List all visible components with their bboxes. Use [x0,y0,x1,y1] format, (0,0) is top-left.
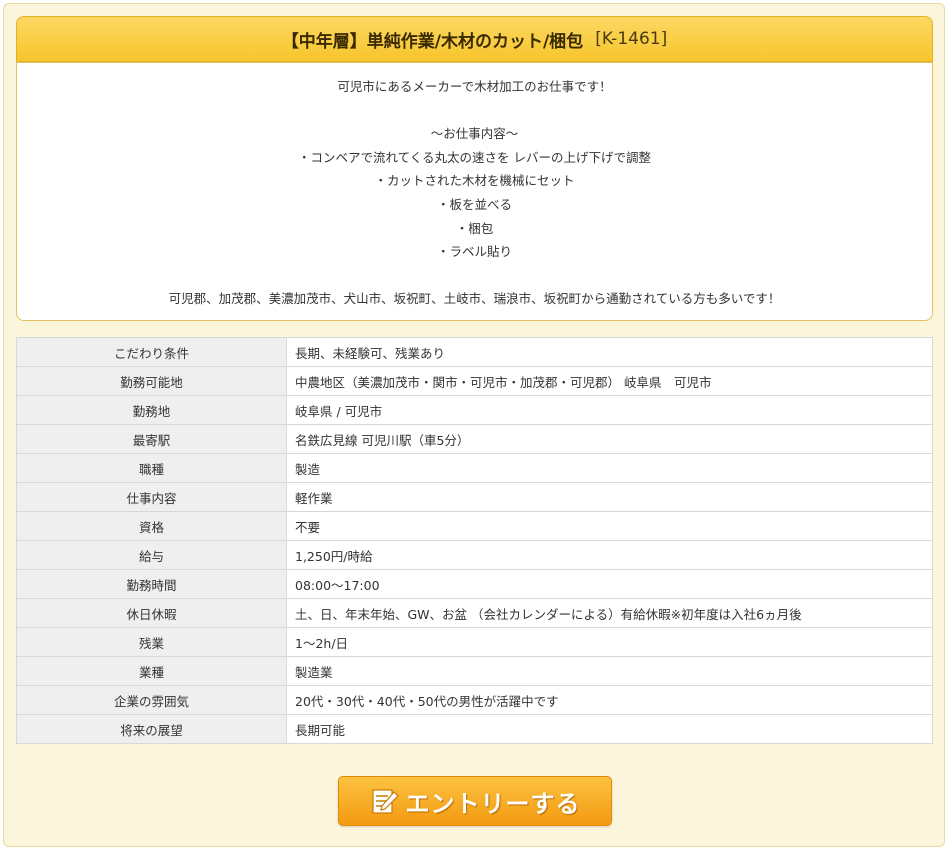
entry-button-label: エントリーする [405,789,581,818]
table-row: 休日休暇 土、日、年末年始、GW、お盆 （会社カレンダーによる）有給休暇※初年度は… [16,598,933,628]
row-value: 軽作業 [286,482,933,512]
row-value: 1～2h/日 [286,627,933,657]
row-value: 製造 [286,453,933,483]
row-label: 勤務時間 [16,569,287,599]
row-value: 20代・30代・40代・50代の男性が活躍中です [286,685,933,715]
row-label: 企業の雰囲気 [16,685,287,715]
job-description: 可児市にあるメーカーで木材加工のお仕事です！ ～お仕事内容～ ・コンベアで流れて… [16,62,933,321]
row-label: 残業 [16,627,287,657]
description-line: ・板を並べる [436,196,512,212]
table-row: 最寄駅 名鉄広見線 可児川駅（車5分） [16,424,933,454]
description-line [17,99,932,123]
table-row: 資格 不要 [16,511,933,541]
table-row: 業種 製造業 [16,656,933,686]
description-line: ・ラベル貼り [436,244,512,260]
row-label: こだわり条件 [16,337,287,367]
row-value: 長期、未経験可、残業あり [286,337,933,367]
row-value: 不要 [286,511,933,541]
description-line: ・梱包 [455,220,494,236]
table-row: 職種 製造 [16,453,933,483]
table-row: 残業 1～2h/日 [16,627,933,657]
job-detail-panel: 【中年層】単純作業/木材のカット/梱包 [K-1461] 可児市にあるメーカーで… [3,3,945,847]
row-label: 仕事内容 [16,482,287,512]
row-label: 勤務可能地 [16,366,287,396]
description-line: 可児郡、加茂郡、美濃加茂市、犬山市、坂祝町、土岐市、瑞浪市、坂祝町から通勤されて… [168,291,781,307]
description-line: ・コンベアで流れてくる丸太の速さを レバーの上げ下げで調整 [298,149,651,165]
row-value: 名鉄広見線 可児川駅（車5分） [286,424,933,454]
table-row: 仕事内容 軽作業 [16,482,933,512]
description-line: ・カットされた木材を機械にセット [374,173,575,189]
pencil-form-icon [371,789,399,814]
job-title: 【中年層】単純作業/木材のカット/梱包 [281,31,584,52]
table-row: 勤務可能地 中農地区（美濃加茂市・関市・可児市・加茂郡・可児郡） 岐阜県 可児市 [16,366,933,396]
row-label: 勤務地 [16,395,287,425]
table-row: 将来の展望 長期可能 [16,714,933,744]
row-value: 1,250円/時給 [286,540,933,570]
row-label: 休日休暇 [16,598,287,628]
row-value: 岐阜県 / 可児市 [286,395,933,425]
row-value: 土、日、年末年始、GW、お盆 （会社カレンダーによる）有給休暇※初年度は入社6ヵ… [286,598,933,628]
row-label: 資格 [16,511,287,541]
row-value: 中農地区（美濃加茂市・関市・可児市・加茂郡・可児郡） 岐阜県 可児市 [286,366,933,396]
table-row: 給与 1,250円/時給 [16,540,933,570]
row-value: 製造業 [286,656,933,686]
description-line: 可児市にあるメーカーで木材加工のお仕事です！ [337,79,612,94]
job-info-table: こだわり条件 長期、未経験可、残業あり 勤務可能地 中農地区（美濃加茂市・関市・可児… [16,337,933,744]
row-label: 最寄駅 [16,424,287,454]
table-row: 企業の雰囲気 20代・30代・40代・50代の男性が活躍中です [16,685,933,715]
description-line: ～お仕事内容～ [430,126,519,142]
table-row: 勤務時間 08:00～17:00 [16,569,933,599]
job-title-bar: 【中年層】単純作業/木材のカット/梱包 [K-1461] [16,16,933,62]
job-code: [K-1461] [595,29,668,49]
row-value: 08:00～17:00 [286,569,933,599]
row-label: 給与 [16,540,287,570]
row-label: 職種 [16,453,287,483]
entry-button[interactable]: エントリーする [338,776,612,826]
row-label: 業種 [16,656,287,686]
description-line [17,264,932,288]
row-value: 長期可能 [286,714,933,744]
table-row: 勤務地 岐阜県 / 可児市 [16,395,933,425]
row-label: 将来の展望 [16,714,287,744]
table-row: こだわり条件 長期、未経験可、残業あり [16,337,933,367]
